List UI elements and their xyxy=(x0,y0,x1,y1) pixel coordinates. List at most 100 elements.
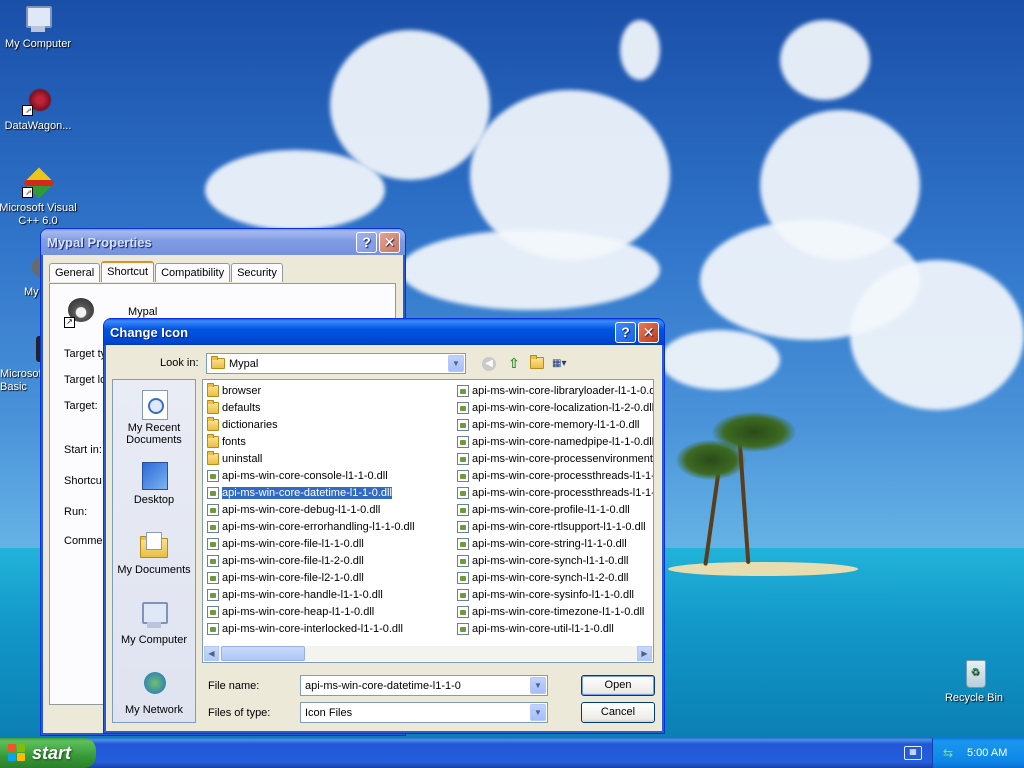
file-name: api-ms-win-core-processenvironment xyxy=(472,452,653,465)
file-item[interactable]: api-ms-win-core-processthreads-l1-1- xyxy=(455,484,653,501)
dll-file-icon xyxy=(457,418,469,431)
open-button[interactable]: Open xyxy=(581,675,655,696)
close-button[interactable]: ✕ xyxy=(379,231,400,253)
desktop-icon-recycle-bin[interactable]: ♻ Recycle Bin xyxy=(934,658,1014,705)
change-icon-titlebar[interactable]: Change Icon ? ✕ xyxy=(104,319,664,345)
file-item[interactable]: api-ms-win-core-localization-l1-2-0.dll xyxy=(455,399,653,416)
network-status-icon[interactable]: ⇆ xyxy=(943,746,957,760)
file-item[interactable]: api-ms-win-core-synch-l1-2-0.dll xyxy=(455,569,653,586)
file-name: api-ms-win-core-debug-l1-1-0.dll xyxy=(222,503,381,516)
file-item[interactable]: api-ms-win-core-file-l2-1-0.dll xyxy=(205,569,415,586)
file-item[interactable]: api-ms-win-core-interlocked-l1-1-0.dll xyxy=(205,620,415,637)
start-label: start xyxy=(32,742,72,763)
file-name: api-ms-win-core-processthreads-l1-1- xyxy=(472,469,654,482)
file-name: dictionaries xyxy=(222,418,278,431)
dll-file-icon xyxy=(457,503,469,516)
place-label: My Computer xyxy=(120,634,188,646)
desktop-icon-visual-cpp[interactable]: ↗ Microsoft Visual C++ 6.0 xyxy=(0,167,78,228)
file-item[interactable]: api-ms-win-core-synch-l1-1-0.dll xyxy=(455,552,653,569)
horizontal-scrollbar[interactable]: ◀ ▶ xyxy=(204,646,652,661)
keyboard-icon[interactable]: ▦ xyxy=(904,746,922,760)
new-folder-icon[interactable] xyxy=(530,355,544,369)
file-name: api-ms-win-core-synch-l1-1-0.dll xyxy=(472,554,629,567)
up-folder-icon[interactable]: ⇧ xyxy=(506,355,522,371)
dll-file-icon xyxy=(457,452,469,465)
file-name: api-ms-win-core-handle-l1-1-0.dll xyxy=(222,588,383,601)
file-name: defaults xyxy=(222,401,261,414)
file-item[interactable]: api-ms-win-core-debug-l1-1-0.dll xyxy=(205,501,415,518)
dll-file-icon xyxy=(207,520,219,533)
folder-item[interactable]: fonts xyxy=(205,433,415,450)
file-item[interactable]: api-ms-win-core-handle-l1-1-0.dll xyxy=(205,586,415,603)
file-item[interactable]: api-ms-win-core-rtlsupport-l1-1-0.dll xyxy=(455,518,653,535)
folder-item[interactable]: defaults xyxy=(205,399,415,416)
file-type-dropdown[interactable]: Icon Files ▼ xyxy=(300,702,548,723)
folder-item[interactable]: dictionaries xyxy=(205,416,415,433)
file-name: api-ms-win-core-errorhandling-l1-1-0.dll xyxy=(222,520,415,533)
scroll-thumb[interactable] xyxy=(221,646,305,661)
file-item[interactable]: api-ms-win-core-file-l1-1-0.dll xyxy=(205,535,415,552)
dll-file-icon xyxy=(457,622,469,635)
file-item[interactable]: api-ms-win-core-sysinfo-l1-1-0.dll xyxy=(455,586,653,603)
folder-item[interactable]: browser xyxy=(205,382,415,399)
file-item[interactable]: api-ms-win-core-errorhandling-l1-1-0.dll xyxy=(205,518,415,535)
place-label: Desktop xyxy=(133,494,175,506)
file-item[interactable]: api-ms-win-core-namedpipe-l1-1-0.dll xyxy=(455,433,653,450)
tab-compatibility[interactable]: Compatibility xyxy=(155,263,231,282)
tab-security[interactable]: Security xyxy=(231,263,283,282)
app-icon: ↗ xyxy=(64,296,96,328)
file-name: api-ms-win-core-libraryloader-l1-1-0.d xyxy=(472,384,654,397)
scroll-left-icon[interactable]: ◀ xyxy=(204,646,219,661)
file-list[interactable]: browser defaults dictionaries fonts uninstal… xyxy=(202,379,654,663)
file-item[interactable]: api-ms-win-core-processthreads-l1-1- xyxy=(455,467,654,484)
place-my-documents[interactable]: My Documents xyxy=(113,530,195,576)
file-name: api-ms-win-core-sysinfo-l1-1-0.dll xyxy=(472,588,634,601)
dll-file-icon xyxy=(207,503,219,516)
view-menu-icon[interactable]: ▦▾ xyxy=(552,357,574,371)
desktop-icon-my-computer[interactable]: My Computer xyxy=(0,4,78,51)
file-item[interactable]: api-ms-win-core-processenvironment xyxy=(455,450,653,467)
clock[interactable]: 5:00 AM xyxy=(967,747,1007,759)
run-label: Run: xyxy=(64,506,88,518)
cancel-button[interactable]: Cancel xyxy=(581,702,655,723)
place-my-computer[interactable]: My Computer xyxy=(113,600,195,646)
properties-tabs: General Shortcut Compatibility Security xyxy=(49,261,284,282)
chevron-down-icon[interactable]: ▼ xyxy=(530,677,546,694)
dll-file-icon xyxy=(207,486,219,499)
folder-item[interactable]: uninstall xyxy=(205,450,415,467)
chevron-down-icon[interactable]: ▼ xyxy=(530,704,546,721)
file-item[interactable]: api-ms-win-core-profile-l1-1-0.dll xyxy=(455,501,653,518)
help-button[interactable]: ? xyxy=(615,321,636,343)
file-item[interactable]: api-ms-win-core-memory-l1-1-0.dll xyxy=(455,416,653,433)
file-item[interactable]: api-ms-win-core-console-l1-1-0.dll xyxy=(205,467,415,484)
dll-file-icon xyxy=(207,605,219,618)
file-item[interactable]: api-ms-win-core-libraryloader-l1-1-0.d xyxy=(455,382,654,399)
file-item[interactable]: api-ms-win-core-datetime-l1-1-0.dll xyxy=(205,484,415,501)
look-in-label: Look in: xyxy=(160,357,199,369)
place-my-network[interactable]: My Network xyxy=(113,670,195,716)
desktop-icon-datawagon[interactable]: ↗ DataWagon... xyxy=(0,86,78,133)
scroll-right-icon[interactable]: ▶ xyxy=(637,646,652,661)
chevron-down-icon[interactable]: ▼ xyxy=(448,355,464,372)
tab-general[interactable]: General xyxy=(49,263,101,282)
close-button[interactable]: ✕ xyxy=(638,321,659,343)
file-name-input[interactable]: api-ms-win-core-datetime-l1-1-0 ▼ xyxy=(300,675,548,696)
properties-titlebar[interactable]: Mypal Properties ? ✕ xyxy=(41,229,405,255)
back-icon[interactable]: ◀ xyxy=(482,357,496,371)
file-name: api-ms-win-core-util-l1-1-0.dll xyxy=(472,622,614,635)
file-item[interactable]: api-ms-win-core-timezone-l1-1-0.dll xyxy=(455,603,653,620)
file-item[interactable]: api-ms-win-core-util-l1-1-0.dll xyxy=(455,620,653,637)
help-button[interactable]: ? xyxy=(356,231,377,253)
place-recent-documents[interactable]: My Recent Documents xyxy=(113,388,195,446)
desktop-icon-label: DataWagon... xyxy=(4,120,72,132)
target-label: Target: xyxy=(64,400,98,412)
place-desktop[interactable]: Desktop xyxy=(113,460,195,506)
file-item[interactable]: api-ms-win-core-heap-l1-1-0.dll xyxy=(205,603,415,620)
computer-icon xyxy=(22,4,54,36)
file-item[interactable]: api-ms-win-core-string-l1-1-0.dll xyxy=(455,535,653,552)
dll-file-icon xyxy=(457,537,469,550)
look-in-dropdown[interactable]: Mypal ▼ xyxy=(206,353,466,374)
file-item[interactable]: api-ms-win-core-file-l1-2-0.dll xyxy=(205,552,415,569)
tab-shortcut[interactable]: Shortcut xyxy=(101,261,155,282)
start-button[interactable]: start xyxy=(0,738,96,768)
